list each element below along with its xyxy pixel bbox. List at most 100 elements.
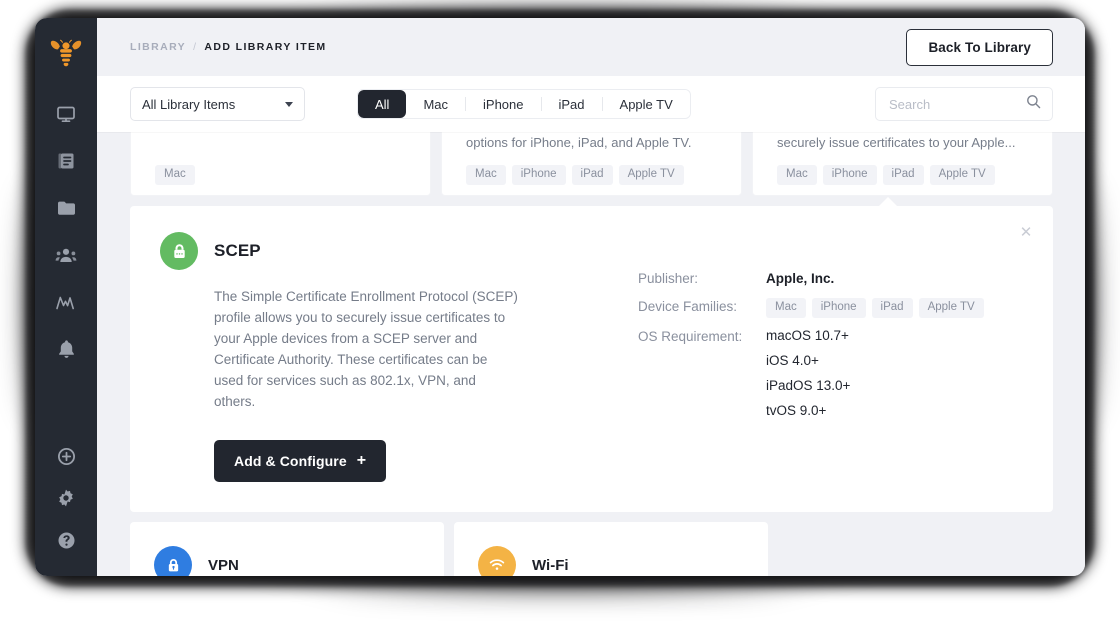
segment-iphone[interactable]: iPhone (466, 90, 541, 118)
sidebar-item-blueprints[interactable] (46, 141, 86, 181)
sidebar-item-settings[interactable] (46, 478, 86, 518)
badge-mac: Mac (766, 298, 806, 318)
plus-icon: + (356, 452, 367, 469)
card-description: options for iPhone, iPad, and Apple TV. (466, 135, 692, 150)
publisher-label: Publisher: (638, 271, 699, 286)
top-header-bar: LIBRARY / ADD LIBRARY ITEM Back To Libra… (97, 18, 1085, 76)
sidebar (35, 18, 97, 576)
bell-icon (57, 339, 76, 359)
wifi-card-title: Wi-Fi (532, 556, 569, 574)
breadcrumb-library[interactable]: LIBRARY (130, 41, 186, 53)
add-button-label: Add & Configure (234, 453, 347, 469)
clipped-card-row: Mac options for iPhone, iPad, and Apple … (130, 132, 1053, 196)
device-families-badges: Mac iPhone iPad Apple TV (766, 298, 984, 318)
badge-apple-tv: Apple TV (618, 165, 684, 185)
badge-mac: Mac (466, 165, 506, 185)
badge-mac: Mac (777, 165, 817, 185)
scep-detail-panel: ✕ SCEP The Simple Certificate Enrollment… (130, 197, 1053, 512)
library-items-select-value: All Library Items (142, 96, 236, 112)
sidebar-bottom-group (35, 436, 97, 562)
library-item-card[interactable]: Mac (130, 132, 431, 196)
panel-right-column: Publisher: Apple, Inc. Device Families: … (600, 232, 984, 482)
lock-icon (154, 546, 192, 576)
os-requirement-row: OS Requirement: macOS 10.7+ iOS 4.0+ iPa… (638, 328, 984, 419)
badge-apple-tv: Apple TV (929, 165, 995, 185)
segment-apple-tv[interactable]: Apple TV (602, 90, 690, 118)
badge-apple-tv: Apple TV (918, 298, 984, 318)
vpn-card-header: VPN (154, 546, 420, 576)
users-icon (55, 245, 77, 265)
os-requirement-tvos: tvOS 9.0+ (766, 402, 827, 418)
badge-iphone: iPhone (811, 298, 866, 318)
wifi-icon (478, 546, 516, 576)
badge-ipad: iPad (571, 165, 613, 185)
segment-all[interactable]: All (358, 90, 407, 118)
sidebar-item-users[interactable] (46, 235, 86, 275)
panel-left-column: SCEP The Simple Certificate Enrollment P… (160, 232, 600, 482)
badge-iphone: iPhone (511, 165, 566, 185)
badge-ipad: iPad (882, 165, 924, 185)
monitor-icon (56, 104, 76, 124)
screenshot-stage: LIBRARY / ADD LIBRARY ITEM Back To Libra… (0, 0, 1120, 633)
search-input[interactable] (887, 95, 1020, 113)
library-item-card[interactable]: securely issue certificates to your Appl… (752, 132, 1053, 196)
wifi-card[interactable]: Wi-Fi Configure settings for one or more… (454, 522, 768, 576)
search-field[interactable] (875, 87, 1053, 121)
library-items-select[interactable]: All Library Items (130, 87, 305, 121)
bee-logo[interactable] (49, 36, 83, 70)
panel-title: SCEP (214, 241, 261, 260)
plus-circle-icon (57, 447, 76, 466)
os-requirement-macos: macOS 10.7+ (766, 327, 849, 343)
publisher-row: Publisher: Apple, Inc. (638, 270, 984, 288)
sidebar-item-computers[interactable] (46, 94, 86, 134)
bottom-card-row: VPN Configure settings for one or more V… (130, 522, 1053, 576)
os-requirement-label: OS Requirement: (638, 328, 743, 344)
device-filter-segmented-control: All Mac iPhone iPad Apple TV (357, 89, 691, 119)
filter-toolbar: All Library Items All Mac iPhone iPad Ap… (97, 76, 1085, 132)
publisher-value: Apple, Inc. (766, 271, 835, 286)
segment-mac[interactable]: Mac (406, 90, 466, 118)
library-item-card[interactable]: options for iPhone, iPad, and Apple TV. … (441, 132, 742, 196)
wifi-card-header: Wi-Fi (478, 546, 744, 576)
os-requirement-ipados: iPadOS 13.0+ (766, 377, 851, 393)
panel-header: SCEP (160, 232, 600, 270)
lock-icon (160, 232, 198, 270)
badge-iphone: iPhone (822, 165, 877, 185)
sidebar-item-add[interactable] (46, 436, 86, 476)
sidebar-item-insights[interactable] (46, 282, 86, 322)
os-requirement-list: macOS 10.7+ iOS 4.0+ iPadOS 13.0+ tvOS 9… (766, 328, 850, 419)
card-badges: Mac (155, 165, 195, 185)
breadcrumb: LIBRARY / ADD LIBRARY ITEM (130, 41, 327, 53)
panel-description: The Simple Certificate Enrollment Protoc… (214, 289, 518, 409)
back-to-library-button[interactable]: Back To Library (906, 28, 1053, 66)
vpn-card-title: VPN (208, 556, 239, 574)
activity-icon (55, 293, 77, 311)
segment-ipad[interactable]: iPad (541, 90, 602, 118)
app-window: LIBRARY / ADD LIBRARY ITEM Back To Libra… (35, 18, 1085, 576)
breadcrumb-separator: / (193, 41, 198, 53)
folder-icon (56, 198, 77, 219)
chevron-down-icon (285, 101, 293, 107)
badge-ipad: iPad (871, 298, 913, 318)
panel-caret-pointer (878, 197, 898, 207)
sidebar-item-help[interactable] (46, 520, 86, 560)
card-badges: Mac iPhone iPad Apple TV (466, 165, 684, 185)
vpn-card[interactable]: VPN Configure settings for one or more V… (130, 522, 444, 576)
badge-mac: Mac (155, 165, 195, 185)
add-and-configure-button[interactable]: Add & Configure + (214, 440, 387, 482)
help-circle-icon (57, 531, 76, 550)
os-requirement-ios: iOS 4.0+ (766, 352, 819, 368)
panel-body: SCEP The Simple Certificate Enrollment P… (160, 232, 1023, 482)
search-icon (1026, 94, 1041, 114)
card-badges: Mac iPhone iPad Apple TV (777, 165, 995, 185)
gear-icon (56, 488, 76, 508)
device-families-row: Device Families: Mac iPhone iPad Apple T… (638, 298, 984, 318)
book-icon (56, 151, 76, 171)
device-families-label: Device Families: (638, 299, 738, 314)
card-description: securely issue certificates to your Appl… (777, 135, 1016, 150)
sidebar-item-library[interactable] (46, 188, 86, 228)
close-icon[interactable]: ✕ (1017, 223, 1035, 241)
breadcrumb-current: ADD LIBRARY ITEM (204, 41, 327, 53)
sidebar-item-alerts[interactable] (46, 329, 86, 369)
main-region: LIBRARY / ADD LIBRARY ITEM Back To Libra… (97, 18, 1085, 576)
